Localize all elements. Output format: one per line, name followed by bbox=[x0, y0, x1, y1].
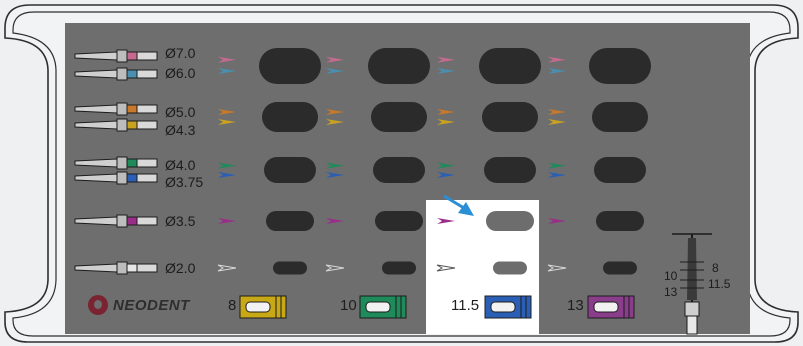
drill-icon bbox=[74, 158, 118, 168]
drill-icon bbox=[74, 69, 118, 79]
drill-hole bbox=[264, 157, 316, 183]
drill-color-band bbox=[126, 51, 138, 61]
drill-label-row4: Ø3.5 bbox=[165, 213, 196, 229]
drill-label-row3-b: Ø3.75 bbox=[165, 174, 204, 190]
drill-label-row1-a: Ø7.0 bbox=[165, 45, 196, 61]
drill-hub-icon bbox=[136, 69, 158, 79]
drill-icon bbox=[74, 216, 118, 226]
drill-color-band bbox=[126, 216, 138, 226]
drill-hole bbox=[594, 157, 646, 183]
drill-shank-icon bbox=[116, 67, 128, 81]
drill-hole bbox=[375, 211, 423, 231]
column-label-10: 10 bbox=[340, 297, 357, 314]
drill-hub-icon bbox=[136, 104, 158, 114]
drill-label-row2-a: Ø5.0 bbox=[165, 104, 196, 120]
column-label-13: 13 bbox=[567, 297, 584, 314]
drill-shank-icon bbox=[116, 171, 128, 185]
drill-label-row3-a: Ø4.0 bbox=[165, 157, 196, 173]
column-label-11-5: 11.5 bbox=[451, 297, 480, 314]
drill-hole bbox=[262, 102, 318, 132]
drill-hole bbox=[482, 102, 538, 132]
drill-shank-icon bbox=[116, 214, 128, 228]
neodent-logo: NEODENT bbox=[78, 287, 206, 323]
drill-icon bbox=[74, 120, 118, 130]
drill-color-band bbox=[126, 104, 138, 114]
drill-hole bbox=[273, 261, 307, 275]
drill-hole bbox=[486, 211, 534, 231]
gauge-mark-10: 10 bbox=[664, 269, 678, 283]
drill-hole bbox=[596, 211, 644, 231]
depth-stop-slot bbox=[245, 301, 271, 313]
drill-shank-icon bbox=[116, 118, 128, 132]
drill-shank-icon bbox=[116, 102, 128, 116]
drill-hole bbox=[368, 48, 430, 84]
drill-hub-icon bbox=[136, 158, 158, 168]
drill-color-band bbox=[126, 158, 138, 168]
drill-hole bbox=[259, 48, 321, 84]
drill-hole bbox=[382, 261, 416, 275]
drill-label-row1-b: Ø6.0 bbox=[165, 65, 196, 81]
depth-stop-slot bbox=[365, 301, 391, 313]
gauge-mark-13: 13 bbox=[664, 285, 678, 299]
drill-hole bbox=[266, 211, 314, 231]
drill-hole bbox=[479, 48, 541, 84]
drill-hole bbox=[592, 102, 648, 132]
drill-color-band bbox=[126, 263, 138, 273]
drill-label-row5: Ø2.0 bbox=[165, 260, 196, 276]
drill-icon bbox=[74, 104, 118, 114]
drill-shank-icon bbox=[116, 49, 128, 63]
drill-shank-icon bbox=[116, 261, 128, 275]
drill-color-band bbox=[126, 120, 138, 130]
drill-shank-icon bbox=[116, 156, 128, 170]
drill-hub-icon bbox=[136, 263, 158, 273]
gauge-mark-8: 8 bbox=[712, 261, 719, 275]
drill-color-band bbox=[126, 69, 138, 79]
drill-hub-icon bbox=[136, 173, 158, 183]
depth-stop-slot bbox=[490, 301, 516, 313]
drill-hole bbox=[484, 157, 536, 183]
neodent-logo-icon bbox=[88, 295, 108, 315]
column-label-8: 8 bbox=[228, 297, 237, 314]
gauge-mark-11-5: 11.5 bbox=[708, 277, 731, 291]
drill-hole bbox=[589, 48, 651, 84]
drill-color-band bbox=[126, 173, 138, 183]
drill-hub-icon bbox=[136, 51, 158, 61]
drill-hub-icon bbox=[136, 120, 158, 130]
drill-hole bbox=[371, 102, 427, 132]
drill-hole bbox=[373, 157, 425, 183]
drill-icon bbox=[74, 51, 118, 61]
drill-hole bbox=[603, 261, 637, 275]
drill-icon bbox=[74, 263, 118, 273]
drill-label-row2-b: Ø4.3 bbox=[165, 122, 196, 138]
depth-stop-slot bbox=[593, 301, 619, 313]
drill-hub-icon bbox=[136, 216, 158, 226]
drill-hole bbox=[493, 261, 527, 275]
brand-name: NEODENT bbox=[113, 296, 190, 314]
drill-icon bbox=[74, 173, 118, 183]
